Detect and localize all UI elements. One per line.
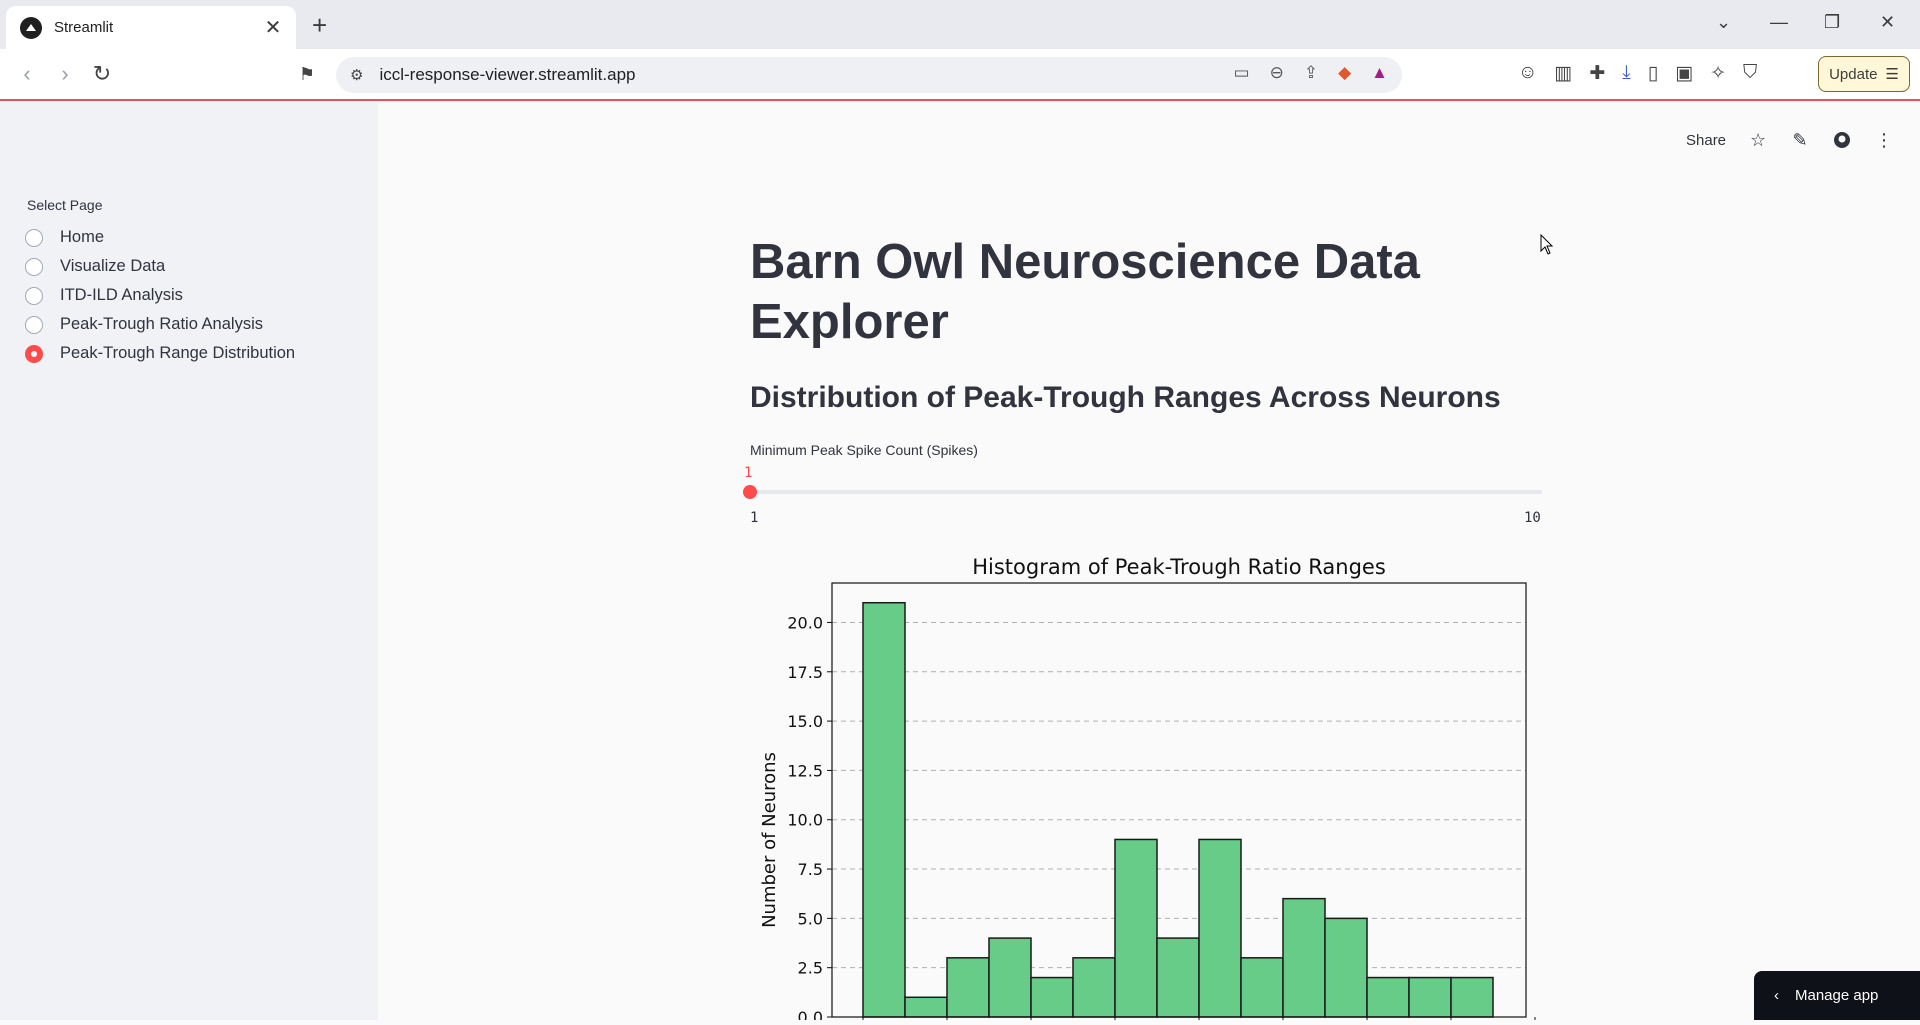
browser-toolbar: ‹ › ↻ ⚑ ⚙ iccl-response-viewer.streamlit…: [0, 49, 1920, 101]
chart-title: Histogram of Peak-Trough Ratio Ranges: [972, 555, 1386, 579]
histogram-chart: Histogram of Peak-Trough Ratio Ranges Num…: [750, 552, 1550, 1025]
zoom-icon[interactable]: ⊖: [1270, 63, 1284, 83]
github-icon[interactable]: [1832, 130, 1852, 150]
browser-tab-bar: Streamlit ✕ + ⌄ — ❐ ✕: [0, 0, 1920, 49]
select-page-label: Select Page: [27, 197, 103, 213]
extension-avatar-icon[interactable]: ☺: [1518, 62, 1537, 85]
histogram-bar: [1240, 957, 1284, 1018]
extensions-puzzle-icon[interactable]: ✚: [1589, 62, 1605, 85]
radio-label: Peak-Trough Ratio Analysis: [60, 315, 263, 333]
histogram-bar: [1156, 937, 1200, 1018]
histogram-bar: [1030, 976, 1074, 1018]
vpn-shield-icon[interactable]: ⛉: [1743, 62, 1757, 85]
histogram-bar: [1324, 917, 1368, 1018]
radio-circle[interactable]: [25, 228, 43, 247]
forward-icon[interactable]: ›: [52, 61, 78, 87]
radio-peak-trough-range-distribution[interactable]: Peak-Trough Range Distribution: [25, 339, 295, 368]
y-tick-label: 2.5: [798, 959, 823, 978]
bookmark-icon[interactable]: ⚑: [294, 61, 320, 87]
y-tick-label: 12.5: [787, 761, 823, 780]
minimize-icon[interactable]: —: [1770, 12, 1788, 33]
menu-hamburger-icon: ☰: [1885, 66, 1899, 83]
y-axis-label: Number of Neurons: [759, 752, 780, 928]
page-title: Barn Owl Neuroscience Data Explorer: [750, 235, 1420, 349]
radio-circle[interactable]: [25, 315, 43, 334]
mouse-cursor-icon: [1540, 234, 1554, 255]
streamlit-favicon-icon: [20, 16, 42, 39]
histogram-bar: [862, 601, 906, 1018]
sidebar-toggle-icon[interactable]: ▯: [1648, 62, 1658, 85]
app-header-actions: Share ☆ ✎ ⋮: [1686, 130, 1894, 150]
window-close-icon[interactable]: ✕: [1880, 12, 1895, 33]
radio-circle-selected[interactable]: [25, 344, 43, 363]
reading-list-icon[interactable]: ▥: [1554, 62, 1572, 85]
radio-home[interactable]: Home: [25, 223, 295, 252]
histogram-bar: [1450, 976, 1494, 1018]
histogram-bar: [1198, 838, 1242, 1018]
radio-circle[interactable]: [25, 286, 43, 305]
y-tick-label: 15.0: [787, 712, 823, 731]
radio-label: Peak-Trough Range Distribution: [60, 344, 296, 362]
manage-app-label: Manage app: [1795, 987, 1879, 1004]
radio-peak-trough-ratio-analysis[interactable]: Peak-Trough Ratio Analysis: [25, 310, 295, 339]
tab-title: Streamlit: [54, 19, 114, 36]
update-label: Update: [1829, 65, 1878, 83]
back-icon[interactable]: ‹: [14, 61, 40, 87]
tab-search-chevron-icon[interactable]: ⌄: [1716, 12, 1731, 33]
radio-label: ITD-ILD Analysis: [60, 286, 183, 304]
leo-ai-icon[interactable]: ✧: [1710, 62, 1726, 85]
edit-pencil-icon[interactable]: ✎: [1790, 130, 1810, 150]
slider-label: Minimum Peak Spike Count (Spikes): [750, 442, 978, 458]
sidebar: Select Page Home Visualize Data ITD-ILD …: [0, 103, 378, 1020]
share-page-icon[interactable]: ⇪: [1304, 63, 1318, 83]
slider-track[interactable]: [750, 490, 1542, 494]
histogram-bar: [1282, 897, 1326, 1018]
star-icon[interactable]: ☆: [1748, 130, 1768, 150]
page-radio-group: Home Visualize Data ITD-ILD Analysis Pea…: [25, 223, 295, 368]
y-tick-label: 7.5: [798, 860, 823, 879]
chevron-left-icon: ‹: [1774, 987, 1779, 1004]
radio-visualize-data[interactable]: Visualize Data: [25, 252, 295, 281]
histogram-bar: [946, 957, 990, 1018]
reload-icon[interactable]: ↻: [89, 61, 115, 87]
slider-max-label: 10: [1524, 510, 1541, 526]
install-app-icon[interactable]: ▭: [1234, 63, 1250, 83]
histogram-bar: [988, 937, 1032, 1018]
radio-itd-ild-analysis[interactable]: ITD-ILD Analysis: [25, 281, 295, 310]
slider-thumb[interactable]: [743, 485, 757, 499]
brave-rewards-icon[interactable]: ▲: [1371, 63, 1388, 83]
section-subtitle: Distribution of Peak-Trough Ranges Acros…: [750, 381, 1501, 414]
address-bar[interactable]: ⚙ iccl-response-viewer.streamlit.app ▭ ⊖…: [336, 57, 1402, 93]
radio-circle[interactable]: [25, 257, 43, 276]
more-vertical-icon[interactable]: ⋮: [1874, 130, 1894, 150]
y-tick-label: 5.0: [798, 909, 823, 928]
tab-close-icon[interactable]: ✕: [262, 15, 284, 40]
radio-label: Visualize Data: [60, 257, 166, 275]
y-tick-label: 0.0: [798, 1008, 823, 1020]
radio-label: Home: [60, 228, 105, 246]
histogram-bar: [1366, 976, 1410, 1018]
downloads-icon[interactable]: ⤓: [1622, 62, 1630, 85]
histogram-bar: [1408, 976, 1452, 1018]
histogram-bar: [1072, 957, 1116, 1018]
browser-tab[interactable]: Streamlit ✕: [6, 6, 296, 49]
y-tick-label: 17.5: [787, 663, 823, 682]
slider-min-label: 1: [750, 510, 759, 526]
update-button[interactable]: Update ☰: [1818, 56, 1910, 92]
slider-current-value: 1: [744, 465, 753, 481]
site-settings-icon[interactable]: ⚙: [350, 66, 363, 84]
manage-app-button[interactable]: ‹ Manage app: [1754, 971, 1920, 1020]
new-tab-button[interactable]: +: [312, 10, 327, 41]
share-button[interactable]: Share: [1686, 132, 1726, 149]
histogram-bar: [904, 996, 948, 1018]
y-tick-label: 10.0: [787, 811, 823, 830]
histogram-bar: [1114, 838, 1158, 1018]
url-text: iccl-response-viewer.streamlit.app: [379, 65, 636, 84]
histogram-svg: Histogram of Peak-Trough Ratio Ranges Num…: [759, 555, 1536, 1025]
y-tick-label: 20.0: [787, 613, 823, 632]
brave-shield-icon[interactable]: ◆: [1338, 63, 1351, 83]
restore-icon[interactable]: ❐: [1824, 12, 1840, 33]
wallet-icon[interactable]: ▣: [1675, 62, 1693, 85]
